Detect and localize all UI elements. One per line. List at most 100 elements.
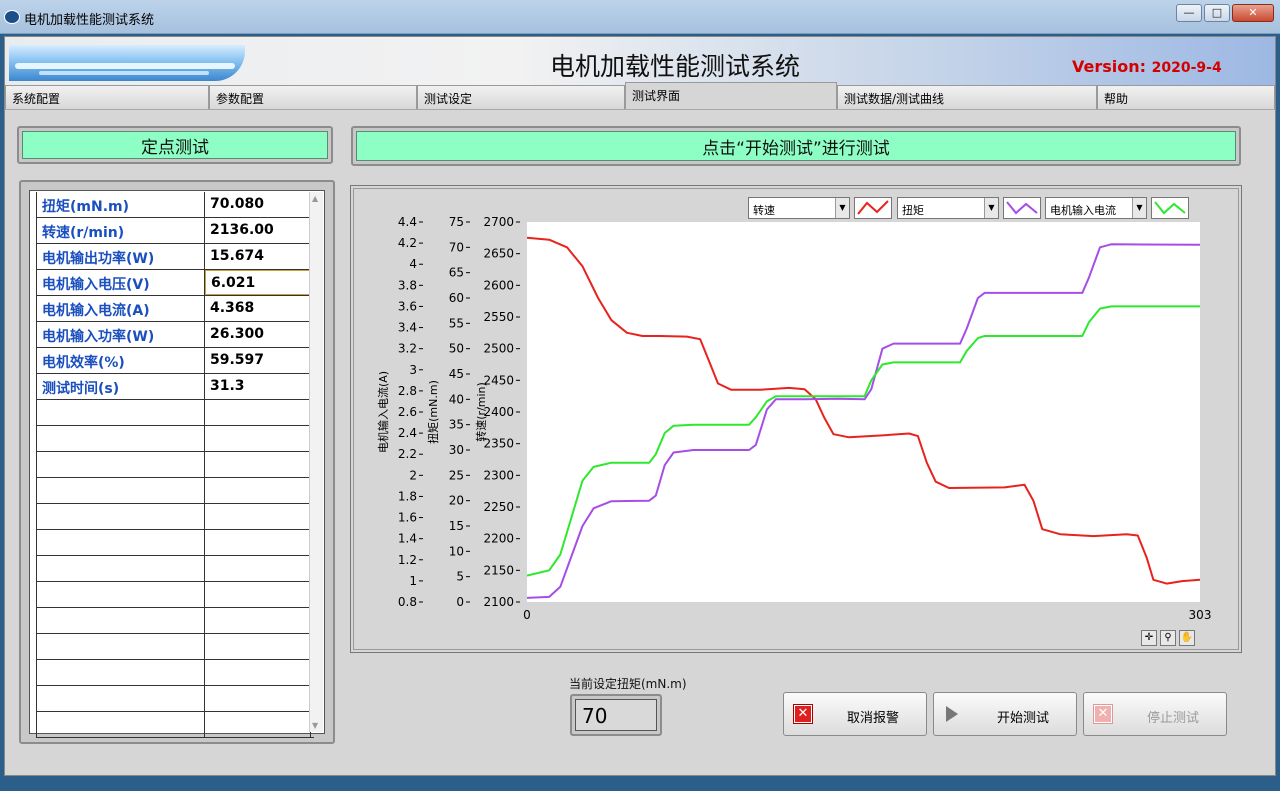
y-tick-label: 35 <box>449 418 464 432</box>
y-tick-label: 2.8 <box>398 384 417 398</box>
table-row-empty[interactable] <box>36 504 314 530</box>
empty-cell <box>36 478 205 503</box>
minimize-button[interactable]: — <box>1176 4 1202 22</box>
y-tick-label: 2300 <box>483 468 514 482</box>
table-row-empty[interactable] <box>36 608 314 634</box>
zoom-icon[interactable]: ⚲ <box>1160 630 1176 646</box>
table-row-empty[interactable] <box>36 686 314 712</box>
tab-test-interface[interactable]: 测试界面 <box>625 82 837 109</box>
maximize-button[interactable]: □ <box>1204 4 1230 22</box>
legend-swatch-current[interactable] <box>1151 197 1189 219</box>
tab-bar: 系统配置 参数配置 测试设定 测试界面 测试数据/测试曲线 帮助 <box>5 82 1275 109</box>
legend-select-torque[interactable]: 扭矩 ▼ <box>897 197 999 219</box>
table-scrollbar[interactable]: ▲ ▼ <box>309 192 323 732</box>
window-title: 电机加载性能测试系统 <box>24 13 155 28</box>
empty-cell <box>36 556 205 581</box>
empty-cell <box>205 608 311 633</box>
y-axis-label: 转速(r/min) <box>474 382 488 442</box>
empty-cell <box>36 686 205 711</box>
legend-select-current[interactable]: 电机输入电流 ▼ <box>1045 197 1147 219</box>
empty-cell <box>205 400 311 425</box>
x-tick-label: 0 <box>523 608 531 622</box>
y-tick-label: 2150 <box>483 563 514 577</box>
y-tick-label: 1.6 <box>398 511 417 525</box>
table-row[interactable]: 电机输出功率(W) 15.674 <box>36 244 314 270</box>
test-curve-chart: 2100 2150 2200 2250 2300 2350 2400 2450 2500 2550… <box>353 188 1239 650</box>
table-row[interactable]: 电机输入电流(A) 4.368 <box>36 296 314 322</box>
scroll-down-icon[interactable]: ▼ <box>312 721 318 730</box>
tab-test-data-curves[interactable]: 测试数据/测试曲线 <box>837 85 1097 109</box>
start-test-button[interactable]: 开始测试 <box>933 692 1077 736</box>
cursor-move-icon[interactable]: ✛ <box>1141 630 1157 646</box>
table-row-empty[interactable] <box>36 556 314 582</box>
y-tick-label: 2.2 <box>398 447 417 461</box>
dropdown-arrow-icon[interactable]: ▼ <box>835 198 849 218</box>
y-tick-label: 2600 <box>483 278 514 292</box>
measurement-value: 26.300 <box>205 322 311 347</box>
table-row[interactable]: 转速(r/min) 2136.00 <box>36 218 314 244</box>
tab-parameter-config[interactable]: 参数配置 <box>209 85 417 109</box>
measurement-value: 15.674 <box>205 244 311 269</box>
y-tick-label: 10 <box>449 544 464 558</box>
empty-cell <box>36 426 205 451</box>
measurement-value: 70.080 <box>205 192 311 217</box>
tab-help[interactable]: 帮助 <box>1097 85 1275 109</box>
table-row[interactable]: 扭矩(mN.m) 70.080 <box>36 192 314 218</box>
empty-cell <box>36 582 205 607</box>
y-axis-label: 电机输入电流(A) <box>376 371 390 453</box>
tab-test-setup[interactable]: 测试设定 <box>417 85 625 109</box>
measurement-grid: 扭矩(mN.m) 70.080 转速(r/min) 2136.00 电机输出功率(W) 1… <box>36 192 314 738</box>
instruction-header: 点击“开始测试”进行测试 <box>351 126 1241 166</box>
tab-system-config[interactable]: 系统配置 <box>5 85 209 109</box>
dropdown-arrow-icon[interactable]: ▼ <box>984 198 998 218</box>
legend-swatch-speed[interactable] <box>854 197 892 219</box>
empty-cell <box>36 504 205 529</box>
table-row-empty[interactable] <box>36 400 314 426</box>
measurement-name: 电机输入功率(W) <box>36 322 205 347</box>
table-row[interactable]: 电机效率(%) 59.597 <box>36 348 314 374</box>
stop-test-button[interactable]: ✕ 停止测试 <box>1083 692 1227 736</box>
empty-cell <box>36 712 205 737</box>
table-row-empty[interactable] <box>36 426 314 452</box>
legend-select-speed[interactable]: 转速 ▼ <box>748 197 850 219</box>
y-tick-label: 4.4 <box>398 215 417 229</box>
table-row-empty[interactable] <box>36 452 314 478</box>
setpoint-value: 70 <box>575 699 657 731</box>
pan-hand-icon[interactable]: ✋ <box>1179 630 1195 646</box>
close-x-icon: ✕ <box>794 705 812 723</box>
y-tick-label: 65 <box>449 266 464 280</box>
empty-cell <box>36 608 205 633</box>
table-row[interactable]: 电机输入功率(W) 26.300 <box>36 322 314 348</box>
empty-cell <box>205 712 311 737</box>
legend-swatch-torque[interactable] <box>1003 197 1041 219</box>
y-tick-label: 15 <box>449 519 464 533</box>
y-tick-label: 2650 <box>483 247 514 261</box>
y-tick-label: 3.6 <box>398 299 417 313</box>
table-row-empty[interactable] <box>36 634 314 660</box>
close-button[interactable]: ✕ <box>1232 4 1274 22</box>
main-panel: 电机加载性能测试系统 Version: 2020-9-4 系统配置 参数配置 测… <box>4 36 1276 776</box>
measurement-value: 6.021 <box>205 270 311 295</box>
y-tick-label: 70 <box>449 240 464 254</box>
empty-cell <box>36 660 205 685</box>
y-tick-label: 4 <box>409 257 417 271</box>
table-row-empty[interactable] <box>36 530 314 556</box>
setpoint-indicator: 70 <box>570 694 662 736</box>
table-row-empty[interactable] <box>36 478 314 504</box>
chart-svg[interactable]: 2100215022002250230023502400245025002550… <box>354 189 1240 651</box>
table-row-empty[interactable] <box>36 582 314 608</box>
test-interface-content: 定点测试 点击“开始测试”进行测试 扭矩(mN.m) 70.080 转速(r/min… <box>5 109 1275 775</box>
instruction-text: 点击“开始测试”进行测试 <box>356 131 1236 161</box>
table-row-empty[interactable] <box>36 660 314 686</box>
version-label: Version: 2020-9-4 <box>1072 57 1222 76</box>
dropdown-arrow-icon[interactable]: ▼ <box>1132 198 1146 218</box>
empty-cell <box>205 634 311 659</box>
table-row[interactable]: 测试时间(s) 31.3 <box>36 374 314 400</box>
y-axis-label: 扭矩(mN.m) <box>426 380 440 444</box>
table-row[interactable]: 电机输入电压(V) 6.021 <box>36 270 314 296</box>
table-row-empty[interactable] <box>36 712 314 738</box>
empty-cell <box>205 556 311 581</box>
cancel-alarm-button[interactable]: ✕ 取消报警 <box>783 692 927 736</box>
scroll-up-icon[interactable]: ▲ <box>312 194 318 203</box>
empty-cell <box>36 400 205 425</box>
